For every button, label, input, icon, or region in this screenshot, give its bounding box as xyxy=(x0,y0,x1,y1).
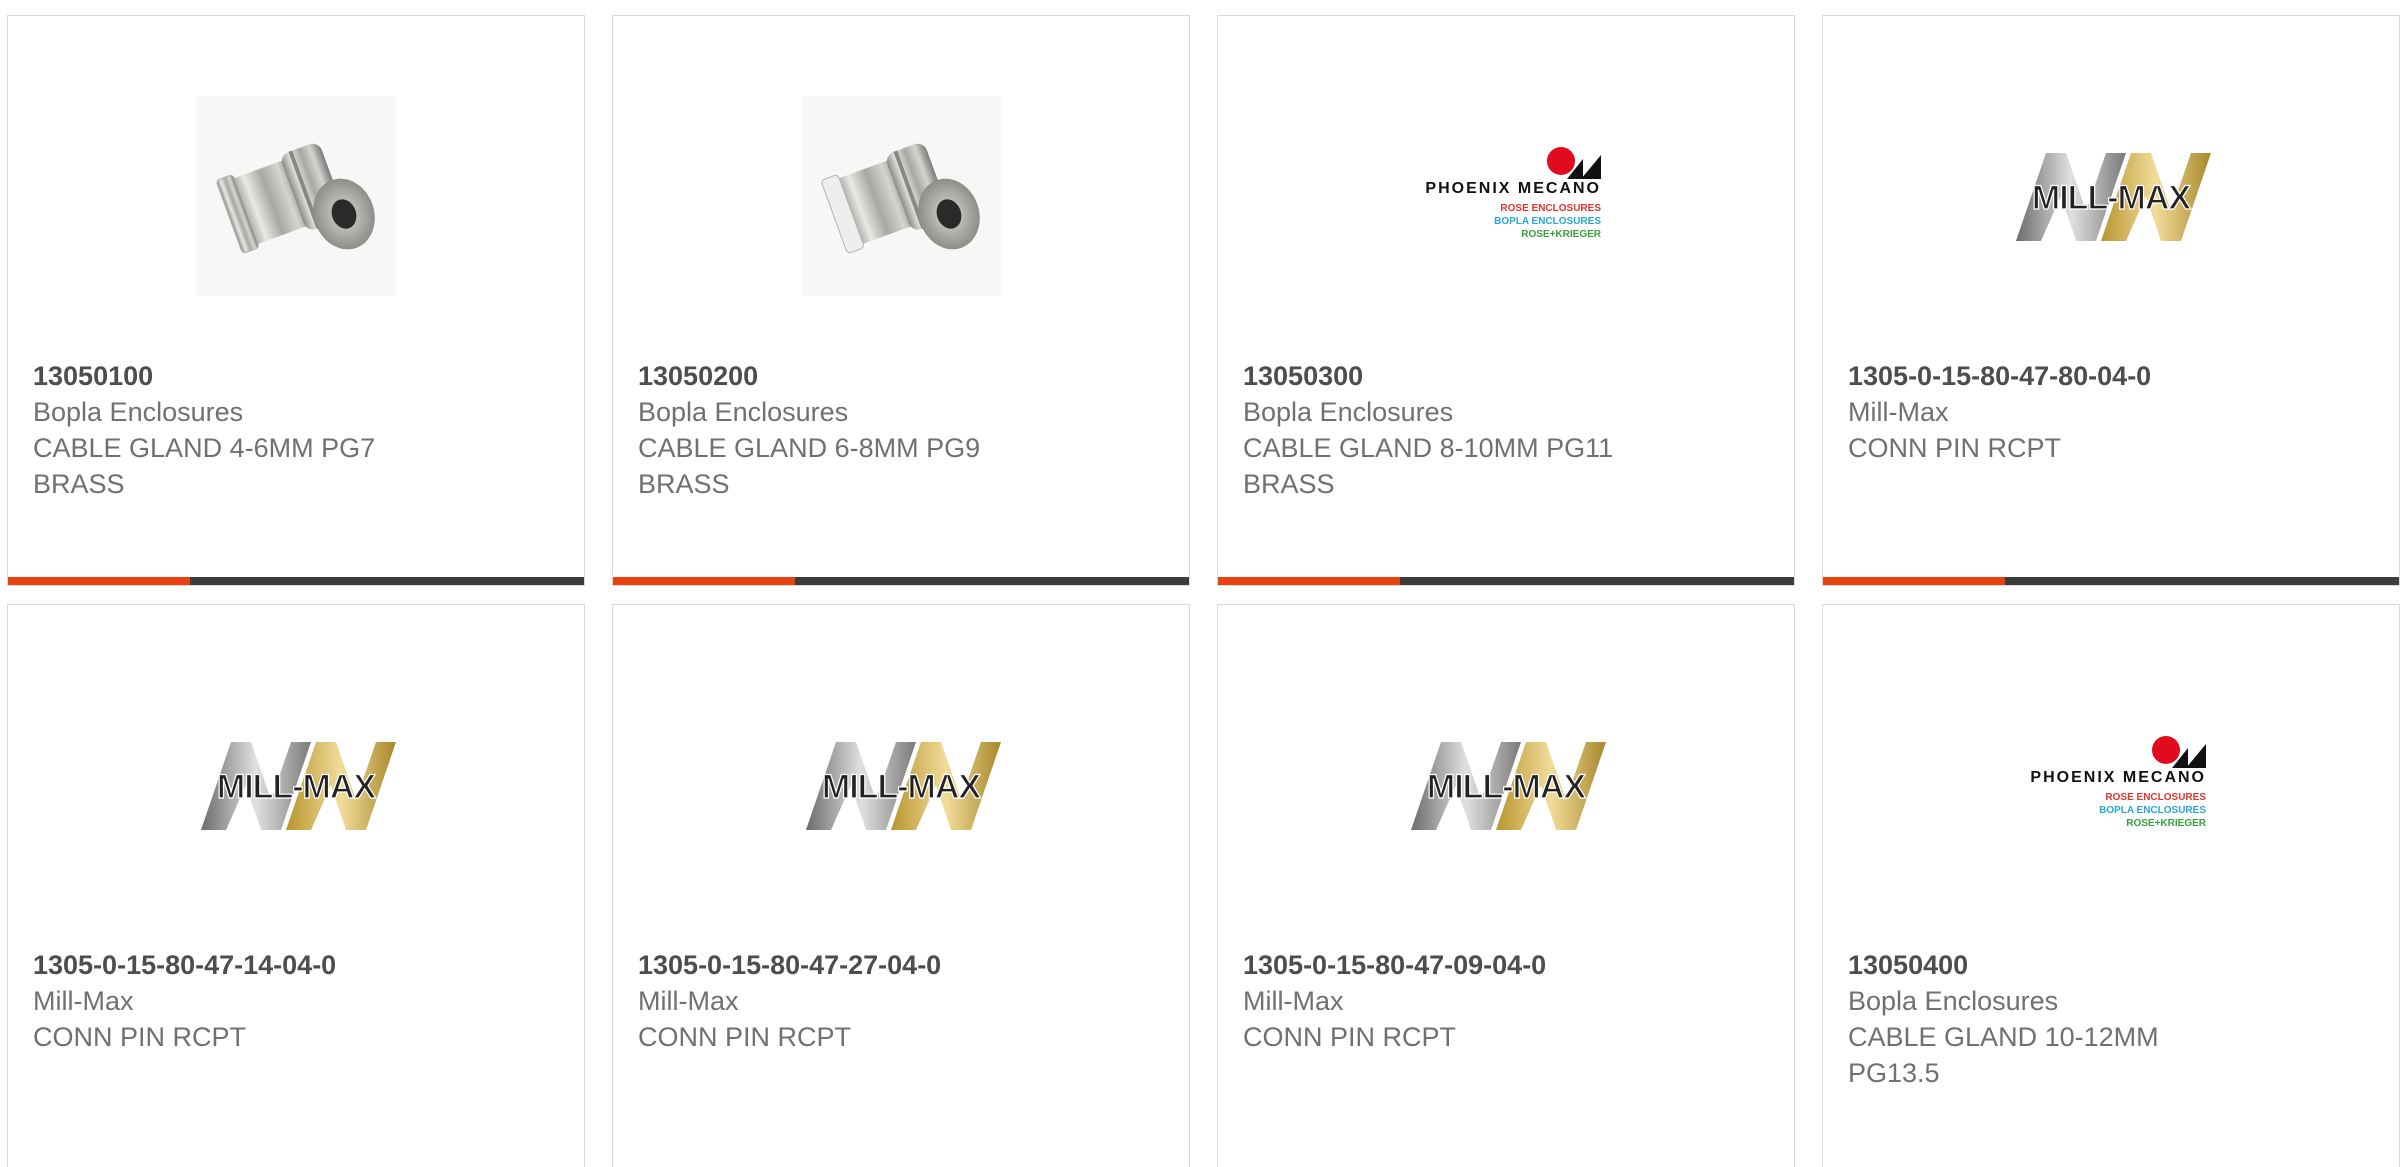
product-image[interactable] xyxy=(613,76,1189,316)
part-number[interactable]: 13050100 xyxy=(33,358,559,394)
product-card[interactable]: MILL-MAX 1305-0-15-80-47-09-04-0 Mill-Ma… xyxy=(1217,604,1795,1167)
description-line: PG13.5 xyxy=(1848,1058,1940,1088)
card-accent-bar xyxy=(1823,577,2005,585)
svg-text:BOPLA ENCLOSURES: BOPLA ENCLOSURES xyxy=(1494,216,1601,227)
product-card[interactable]: PHOENIX MECANO ROSE ENCLOSURES BOPLA ENC… xyxy=(1217,15,1795,586)
product-image[interactable]: PHOENIX MECANO ROSE ENCLOSURES BOPLA ENC… xyxy=(1218,76,1794,316)
part-number[interactable]: 1305-0-15-80-47-09-04-0 xyxy=(1243,947,1769,983)
manufacturer: Bopla Enclosures xyxy=(1848,986,2059,1016)
description-line: CONN PIN RCPT xyxy=(33,1022,247,1052)
part-number[interactable]: 13050300 xyxy=(1243,358,1769,394)
part-number[interactable]: 13050200 xyxy=(638,358,1164,394)
product-info: 13050400 Bopla Enclosures CABLE GLAND 10… xyxy=(1848,947,2374,1091)
product-card[interactable]: 13050200 Bopla Enclosures CABLE GLAND 6-… xyxy=(612,15,1190,586)
description-line: CABLE GLAND 4-6MM PG7 xyxy=(33,433,376,463)
manufacturer: Bopla Enclosures xyxy=(638,397,849,427)
svg-text:ROSE+KRIEGER: ROSE+KRIEGER xyxy=(1521,229,1602,240)
product-image[interactable]: MILL-MAX xyxy=(1218,665,1794,905)
svg-text:ROSE ENCLOSURES: ROSE ENCLOSURES xyxy=(1500,203,1601,214)
product-info: 13050200 Bopla Enclosures CABLE GLAND 6-… xyxy=(638,358,1164,502)
description-line: BRASS xyxy=(33,469,125,499)
description-line: CONN PIN RCPT xyxy=(1243,1022,1457,1052)
part-number[interactable]: 13050400 xyxy=(1848,947,2374,983)
part-number[interactable]: 1305-0-15-80-47-14-04-0 xyxy=(33,947,559,983)
product-info: 1305-0-15-80-47-14-04-0 Mill-Max CONN PI… xyxy=(33,947,559,1055)
product-image[interactable]: MILL-MAX xyxy=(8,665,584,905)
product-info: 1305-0-15-80-47-27-04-0 Mill-Max CONN PI… xyxy=(638,947,1164,1055)
description-line: BRASS xyxy=(1243,469,1335,499)
card-accent-bar xyxy=(1218,577,1400,585)
svg-text:MILL-MAX: MILL-MAX xyxy=(217,768,377,806)
description-line: CABLE GLAND 6-8MM PG9 xyxy=(638,433,981,463)
cable-gland-image xyxy=(801,96,1001,296)
product-card[interactable]: MILL-MAX 1305-0-15-80-47-80-04-0 Mill-Ma… xyxy=(1822,15,2400,586)
part-number[interactable]: 1305-0-15-80-47-27-04-0 xyxy=(638,947,1164,983)
phoenix-mecano-logo: PHOENIX MECANO ROSE ENCLOSURES BOPLA ENC… xyxy=(2030,736,2207,829)
manufacturer: Bopla Enclosures xyxy=(33,397,244,427)
svg-text:PHOENIX MECANO: PHOENIX MECANO xyxy=(2030,769,2206,786)
svg-text:ROSE+KRIEGER: ROSE+KRIEGER xyxy=(2126,818,2207,829)
svg-text:MILL-MAX: MILL-MAX xyxy=(2032,179,2192,217)
mill-max-logo: MILL-MAX xyxy=(1411,742,1606,830)
phoenix-mecano-logo: PHOENIX MECANO ROSE ENCLOSURES BOPLA ENC… xyxy=(1425,147,1602,240)
mill-max-logo: MILL-MAX xyxy=(806,742,1001,830)
card-bottom-bar xyxy=(1218,577,1794,585)
product-image[interactable]: PHOENIX MECANO ROSE ENCLOSURES BOPLA ENC… xyxy=(1823,665,2399,905)
svg-text:MILL-MAX: MILL-MAX xyxy=(822,768,982,806)
product-info: 1305-0-15-80-47-80-04-0 Mill-Max CONN PI… xyxy=(1848,358,2374,466)
cable-gland-image xyxy=(196,96,396,296)
product-card[interactable]: PHOENIX MECANO ROSE ENCLOSURES BOPLA ENC… xyxy=(1822,604,2400,1167)
svg-text:PHOENIX MECANO: PHOENIX MECANO xyxy=(1425,180,1601,197)
description-line: BRASS xyxy=(638,469,730,499)
description-line: CABLE GLAND 8-10MM PG11 xyxy=(1243,433,1614,463)
svg-text:MILL-MAX: MILL-MAX xyxy=(1427,768,1587,806)
product-card[interactable]: 13050100 Bopla Enclosures CABLE GLAND 4-… xyxy=(7,15,585,586)
manufacturer: Mill-Max xyxy=(33,986,134,1016)
card-bottom-bar xyxy=(8,577,584,585)
product-grid: 13050100 Bopla Enclosures CABLE GLAND 4-… xyxy=(7,15,2400,1167)
product-card[interactable]: MILL-MAX 1305-0-15-80-47-14-04-0 Mill-Ma… xyxy=(7,604,585,1167)
product-image[interactable]: MILL-MAX xyxy=(1823,76,2399,316)
manufacturer: Mill-Max xyxy=(1848,397,1949,427)
manufacturer: Bopla Enclosures xyxy=(1243,397,1454,427)
card-accent-bar xyxy=(8,577,190,585)
card-bottom-bar xyxy=(613,577,1189,585)
product-image[interactable] xyxy=(8,76,584,316)
product-image[interactable]: MILL-MAX xyxy=(613,665,1189,905)
mill-max-logo: MILL-MAX xyxy=(2016,153,2211,241)
manufacturer: Mill-Max xyxy=(638,986,739,1016)
product-info: 1305-0-15-80-47-09-04-0 Mill-Max CONN PI… xyxy=(1243,947,1769,1055)
manufacturer: Mill-Max xyxy=(1243,986,1344,1016)
svg-text:BOPLA ENCLOSURES: BOPLA ENCLOSURES xyxy=(2099,805,2206,816)
card-bottom-bar xyxy=(1823,577,2399,585)
product-card[interactable]: MILL-MAX 1305-0-15-80-47-27-04-0 Mill-Ma… xyxy=(612,604,1190,1167)
product-info: 13050100 Bopla Enclosures CABLE GLAND 4-… xyxy=(33,358,559,502)
description-line: CONN PIN RCPT xyxy=(638,1022,852,1052)
svg-text:ROSE ENCLOSURES: ROSE ENCLOSURES xyxy=(2105,792,2206,803)
part-number[interactable]: 1305-0-15-80-47-80-04-0 xyxy=(1848,358,2374,394)
product-info: 13050300 Bopla Enclosures CABLE GLAND 8-… xyxy=(1243,358,1769,502)
card-accent-bar xyxy=(613,577,795,585)
description-line: CABLE GLAND 10-12MM xyxy=(1848,1022,2159,1052)
description-line: CONN PIN RCPT xyxy=(1848,433,2062,463)
mill-max-logo: MILL-MAX xyxy=(201,742,396,830)
